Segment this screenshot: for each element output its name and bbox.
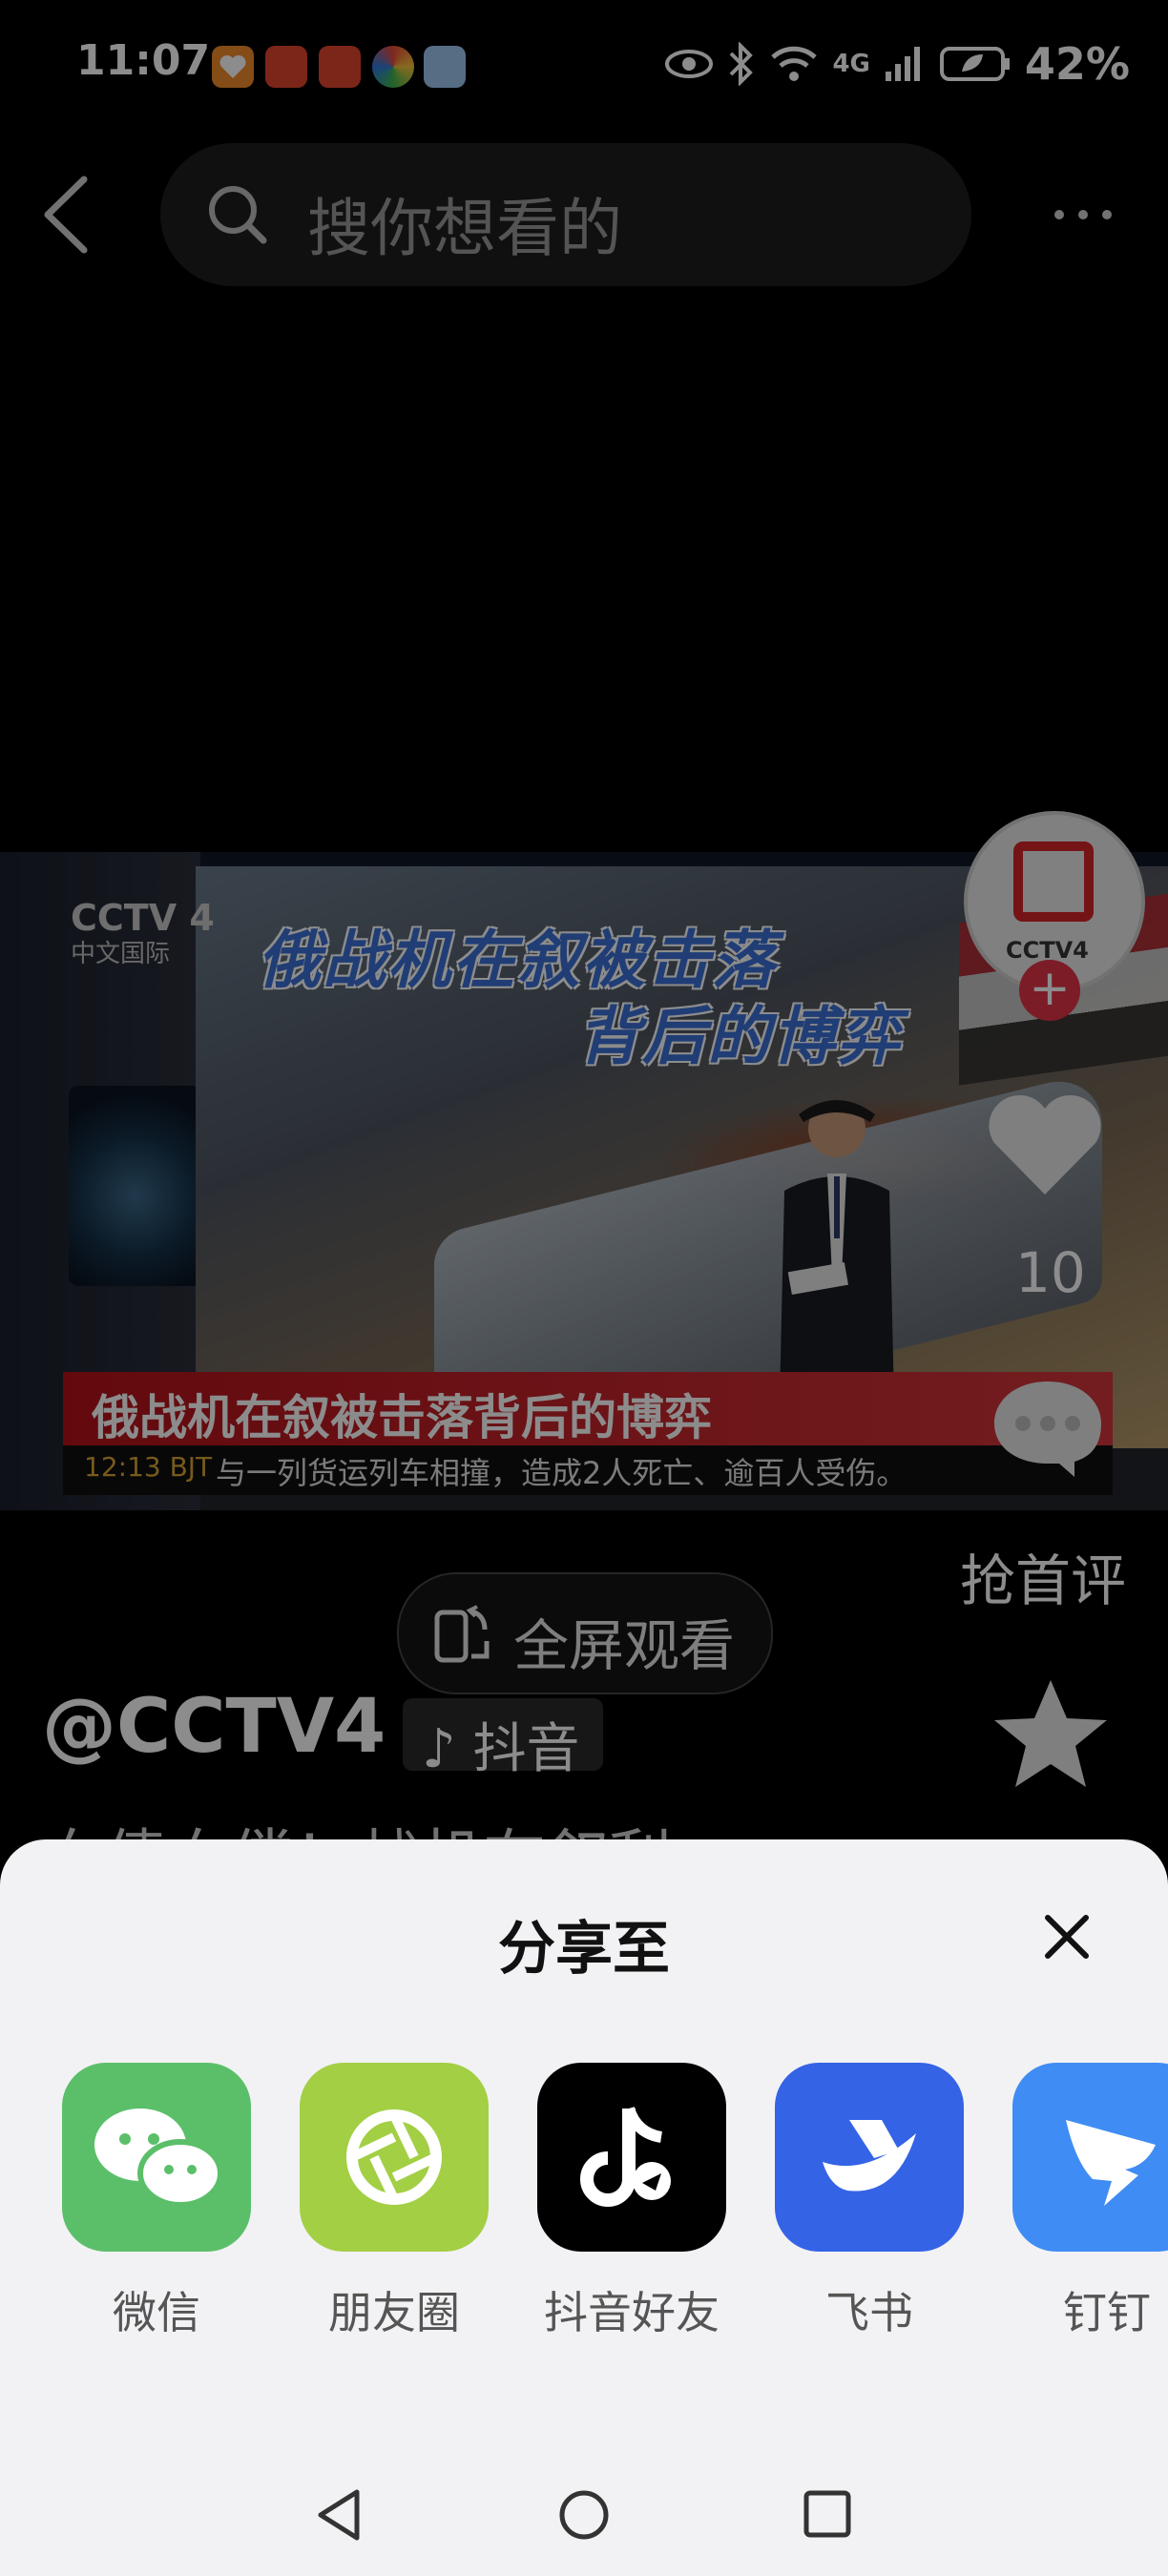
nav-home-icon[interactable] [557,2488,611,2542]
share-dingtalk[interactable]: 钉钉 [1012,2063,1168,2341]
nav-back-icon[interactable] [315,2488,363,2542]
share-wechat[interactable]: 微信 [61,2063,252,2341]
moments-icon [300,2063,489,2252]
share-douyin-friend-label: 抖音好友 [544,2287,720,2338]
share-dingtalk-label: 钉钉 [1063,2287,1151,2338]
douyin-icon [537,2063,726,2252]
feishu-icon [775,2063,964,2252]
share-moments[interactable]: 朋友圈 [299,2063,490,2341]
dingtalk-icon [1012,2063,1168,2252]
share-moments-label: 朋友圈 [328,2287,460,2338]
share-feishu[interactable]: 飞书 [774,2063,965,2341]
share-douyin-friend[interactable]: 抖音好友 [536,2063,727,2341]
wechat-icon [62,2063,251,2252]
close-button[interactable] [1038,1908,1095,1965]
nav-recents-icon[interactable] [802,2488,853,2540]
system-nav-bar [0,2460,1168,2574]
close-icon [1045,1915,1089,1959]
share-feishu-label: 飞书 [825,2287,913,2338]
share-wechat-label: 微信 [113,2287,200,2338]
share-sheet-title: 分享至 [498,1916,670,1983]
